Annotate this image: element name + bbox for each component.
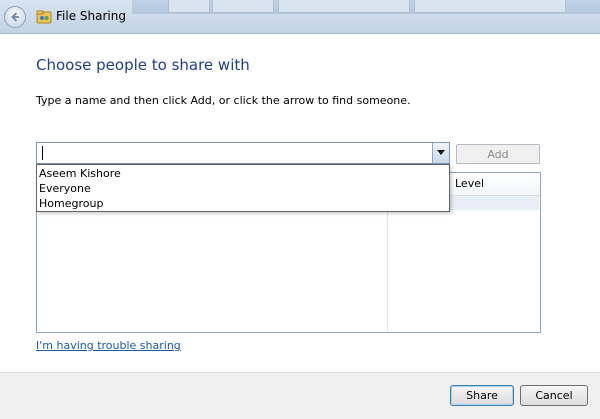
page-title: Choose people to share with <box>36 56 250 74</box>
add-button[interactable]: Add <box>456 144 540 164</box>
column-divider <box>387 195 388 332</box>
background-tab <box>212 0 274 13</box>
background-tab <box>168 0 210 13</box>
content-area: Choose people to share with Type a name … <box>0 33 600 372</box>
instruction-text: Type a name and then click Add, or click… <box>36 94 411 107</box>
dropdown-option[interactable]: Homegroup <box>37 196 449 211</box>
file-sharing-window: File Sharing Choose people to share with… <box>0 0 600 419</box>
dropdown-option[interactable]: Aseem Kishore <box>37 166 449 181</box>
column-header-level[interactable]: Level <box>455 177 484 190</box>
name-input[interactable] <box>39 144 433 162</box>
window-title: File Sharing <box>56 9 126 23</box>
background-tab <box>278 0 410 13</box>
dropdown-option[interactable]: Everyone <box>37 181 449 196</box>
share-button[interactable]: Share <box>450 385 514 406</box>
text-cursor <box>42 146 43 160</box>
dialog-footer: Share Cancel <box>0 372 600 419</box>
background-window-tabs <box>132 0 600 14</box>
background-tab <box>414 0 566 13</box>
back-arrow-icon <box>11 12 19 22</box>
people-dropdown: Aseem Kishore Everyone Homegroup <box>36 164 450 212</box>
cancel-button[interactable]: Cancel <box>520 385 588 406</box>
file-sharing-icon <box>36 10 52 24</box>
trouble-sharing-link[interactable]: I'm having trouble sharing <box>36 339 181 352</box>
name-combobox[interactable] <box>36 142 450 164</box>
back-button[interactable] <box>4 6 26 28</box>
dropdown-arrow-button[interactable] <box>432 143 449 163</box>
chevron-down-icon <box>437 150 445 155</box>
title-bar: File Sharing <box>0 0 600 33</box>
